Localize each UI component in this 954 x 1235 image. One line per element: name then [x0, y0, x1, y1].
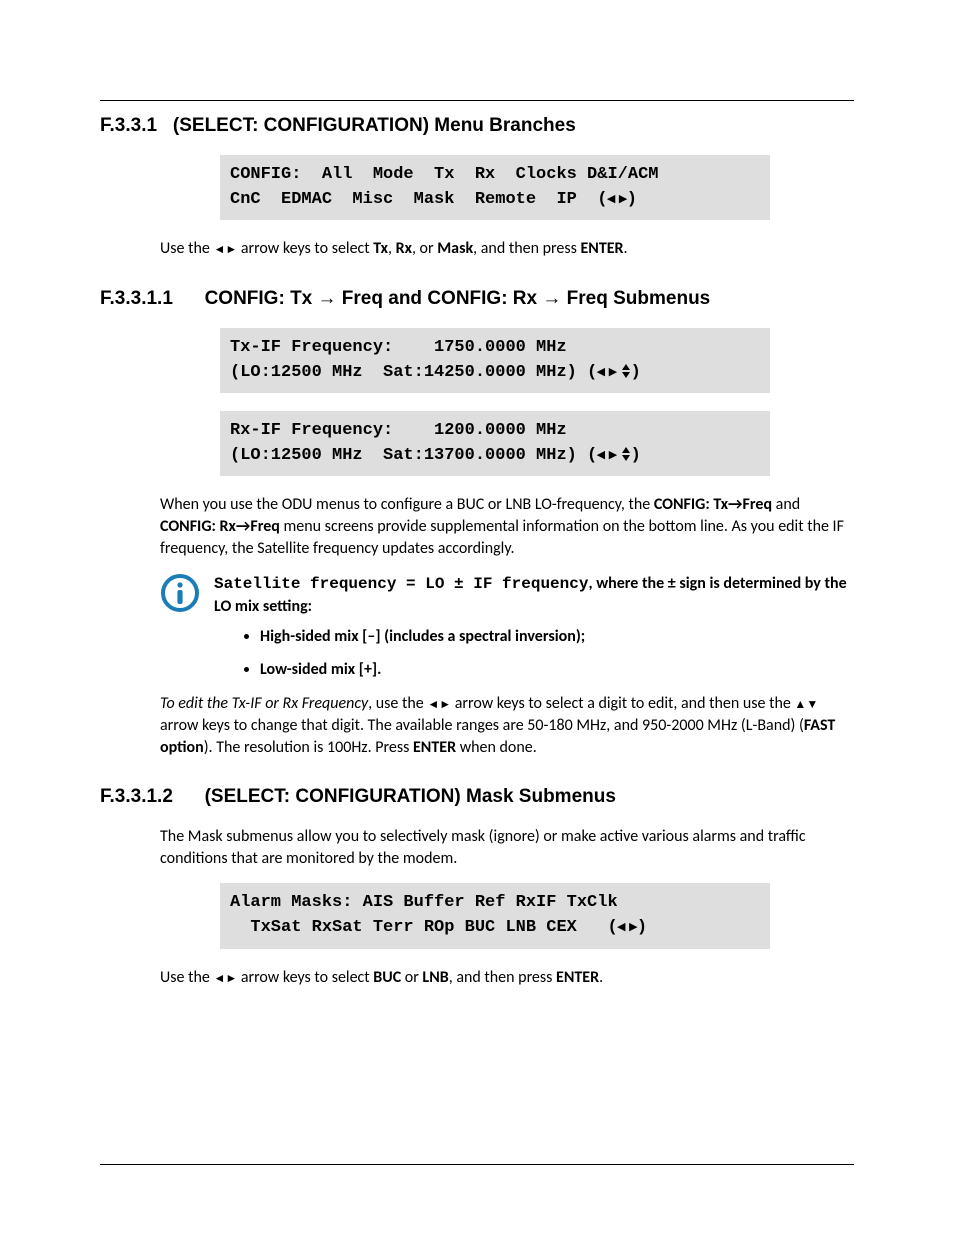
document-page: F.3.3.1 (SELECT: CONFIGURATION) Menu Bra…: [0, 0, 954, 1235]
left-right-icon: ◂ ▸: [607, 190, 626, 207]
list-item: Low-sided mix [+].: [260, 660, 854, 679]
info-icon: [160, 573, 200, 613]
paragraph-mask-intro: The Mask submenus allow you to selective…: [160, 826, 854, 869]
left-arrow-icon: ◄: [213, 972, 225, 986]
heading-num: F.3.3.1: [100, 115, 157, 136]
right-arrow-icon: →: [318, 288, 337, 309]
right-arrow-icon: ►: [225, 243, 237, 257]
paragraph-use-arrows-1: Use the ◄► arrow keys to select Tx, Rx, …: [160, 238, 854, 260]
heading-num: F.3.3.1.1: [100, 288, 173, 309]
note-block: Satellite frequency = LO ± IF frequency,…: [160, 573, 854, 617]
mix-list: High-sided mix [–] (includes a spectral …: [260, 627, 854, 679]
left-arrow-icon: ◄: [213, 243, 225, 257]
top-rule: [100, 100, 854, 101]
right-arrow-icon: ►: [225, 972, 237, 986]
heading-title: (SELECT: CONFIGURATION) Mask Submenus: [205, 786, 616, 807]
paragraph-edit-freq: To edit the Tx-IF or Rx Frequency, use t…: [160, 693, 854, 758]
nav-icons: ◂ ▸: [597, 446, 630, 463]
right-arrow-icon: ►: [439, 698, 451, 712]
up-arrow-icon: ▲: [794, 698, 806, 712]
nav-icons: ◂ ▸: [597, 363, 630, 380]
list-item: High-sided mix [–] (includes a spectral …: [260, 627, 854, 646]
down-arrow-icon: ▼: [806, 698, 818, 712]
paragraph-use-arrows-2: Use the ◄► arrow keys to select BUC or L…: [160, 967, 854, 989]
left-arrow-icon: ◄: [427, 698, 439, 712]
code-alarm-masks: Alarm Masks: AIS Buffer Ref RxIF TxClk T…: [220, 883, 770, 948]
code-config-menu: CONFIG: All Mode Tx Rx Clocks D&I/ACM Cn…: [220, 155, 770, 220]
heading-num: F.3.3.1.2: [100, 786, 173, 807]
heading-title: (SELECT: CONFIGURATION) Menu Branches: [173, 115, 576, 136]
heading-f3311: F.3.3.1.1 CONFIG: Tx → Freq and CONFIG: …: [100, 288, 854, 310]
code-rxif: Rx-IF Frequency: 1200.0000 MHz (LO:12500…: [220, 411, 770, 476]
right-arrow-icon: →: [542, 288, 561, 309]
heading-f331: F.3.3.1 (SELECT: CONFIGURATION) Menu Bra…: [100, 115, 854, 137]
heading-f3312: F.3.3.1.2 (SELECT: CONFIGURATION) Mask S…: [100, 786, 854, 808]
bottom-rule: [100, 1164, 854, 1165]
note-text: Satellite frequency = LO ± IF frequency,…: [214, 573, 854, 617]
code-txif: Tx-IF Frequency: 1750.0000 MHz (LO:12500…: [220, 328, 770, 393]
left-right-icon: ◂ ▸: [618, 918, 637, 935]
paragraph-odu-config: When you use the ODU menus to configure …: [160, 494, 854, 559]
